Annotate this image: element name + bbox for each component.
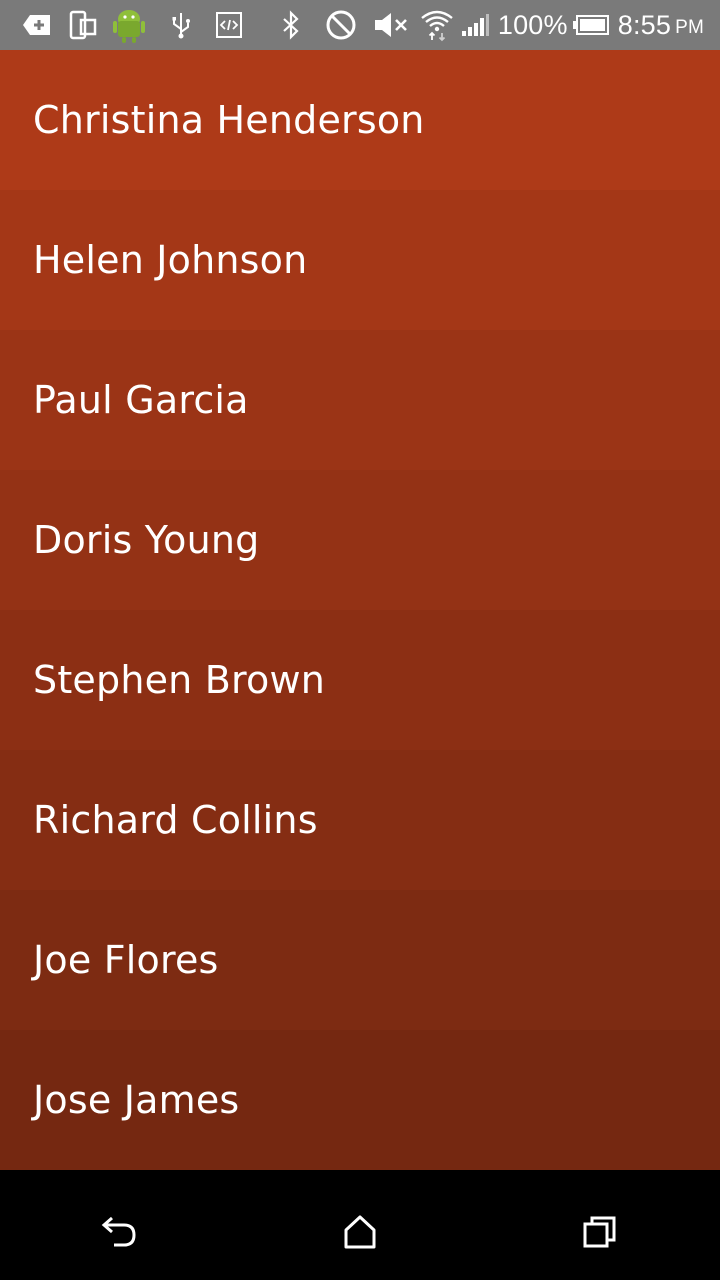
list-item[interactable]: Richard Collins — [0, 750, 720, 890]
list-item[interactable]: Paul Garcia — [0, 330, 720, 470]
back-icon — [101, 1216, 136, 1247]
home-icon — [344, 1215, 376, 1249]
home-button[interactable] — [320, 1192, 400, 1272]
status-bar: 100% 8:55 PM — [0, 0, 720, 50]
add-icon — [20, 0, 54, 50]
signal-icon — [460, 0, 490, 50]
recents-icon — [583, 1216, 616, 1248]
list-item[interactable]: Joe Flores — [0, 890, 720, 1030]
list-item[interactable]: Stephen Brown — [0, 610, 720, 750]
back-button[interactable] — [80, 1192, 160, 1272]
do-not-disturb-icon — [324, 0, 358, 50]
battery-icon — [572, 0, 610, 50]
clock-ampm: PM — [675, 17, 704, 38]
status-bar-system: 100% 8:55 PM — [278, 0, 720, 50]
navigation-bar — [0, 1184, 720, 1280]
usb-icon — [168, 0, 194, 50]
volume-mute-icon — [372, 0, 410, 50]
device-rotate-icon — [68, 0, 98, 50]
battery-percent: 100% — [497, 9, 568, 40]
list-item[interactable]: Christina Henderson — [0, 50, 720, 190]
status-bar-notifications — [0, 0, 244, 50]
android-debug-icon — [110, 0, 148, 50]
code-icon — [214, 0, 244, 50]
contact-list: Christina Henderson Helen Johnson Paul G… — [0, 50, 720, 1184]
wifi-icon — [420, 0, 454, 50]
screen: 100% 8:55 PM Christina Henderson Helen J… — [0, 0, 720, 1280]
list-item[interactable]: Jose James — [0, 1030, 720, 1170]
bluetooth-icon — [278, 0, 304, 50]
clock-time: 8:55 — [617, 9, 672, 40]
list-item[interactable]: Helen Johnson — [0, 190, 720, 330]
recents-button[interactable] — [560, 1192, 640, 1272]
list-item[interactable]: Doris Young — [0, 470, 720, 610]
